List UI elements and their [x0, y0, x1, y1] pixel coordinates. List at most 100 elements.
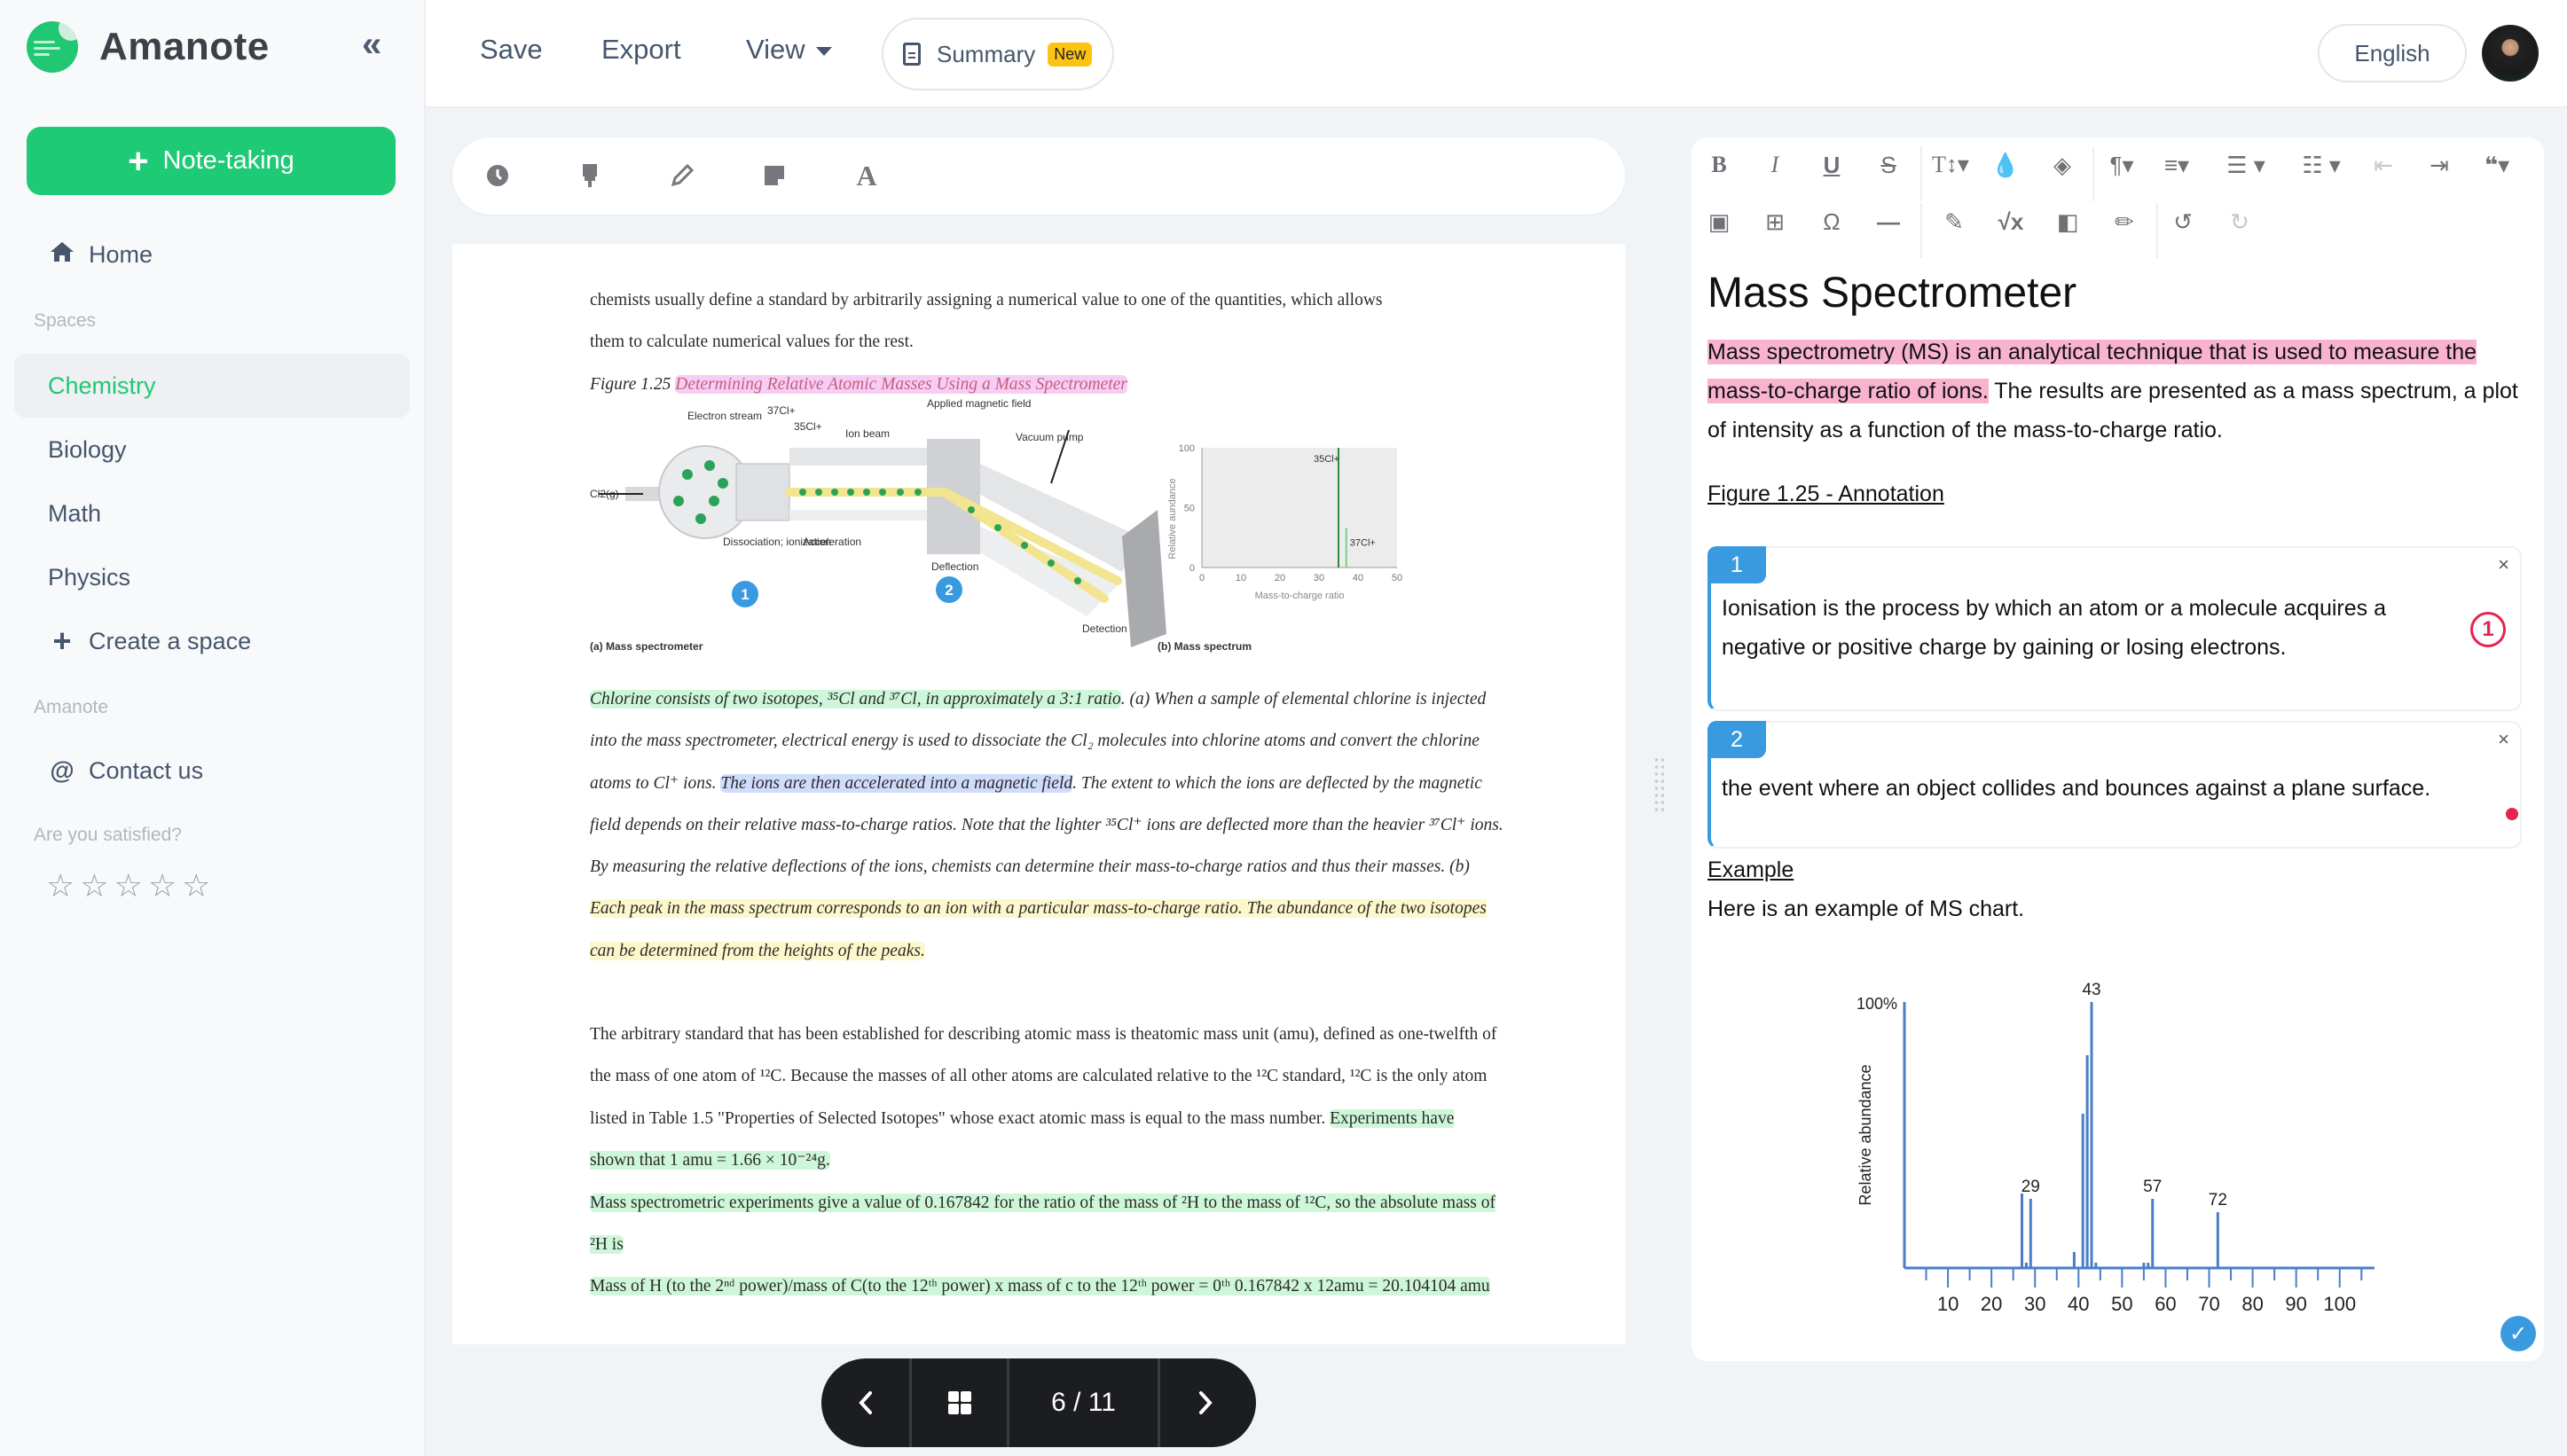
star-icon[interactable]: ☆	[114, 867, 143, 904]
table-icon[interactable]: ⊞	[1757, 204, 1793, 239]
ordered-list-icon[interactable]: ☰ ▾	[2215, 147, 2277, 183]
star-icon[interactable]: ☆	[148, 867, 177, 904]
sticky-note-icon[interactable]: ◧	[2050, 204, 2085, 239]
new-note-button[interactable]: + Note-taking	[27, 127, 396, 195]
note-title[interactable]: Mass Spectrometer	[1707, 269, 2076, 317]
highlight-yellow[interactable]: Each peak in the mass spectrum correspon…	[590, 899, 1487, 960]
create-space-button[interactable]: + Create a space	[14, 609, 410, 673]
example-heading[interactable]: Example	[1707, 857, 1794, 883]
bold-icon[interactable]: B	[1701, 147, 1737, 183]
special-chars-icon[interactable]: Ω	[1814, 204, 1849, 239]
italic-icon[interactable]: I	[1757, 147, 1793, 183]
star-icon[interactable]: ☆	[80, 867, 108, 904]
annotation-marker-icon[interactable]: 1	[2470, 612, 2506, 647]
check-icon[interactable]: ✓	[2500, 1316, 2536, 1351]
sidebar-item-biology[interactable]: Biology	[14, 418, 410, 481]
close-icon[interactable]: ×	[2498, 553, 2509, 576]
document-page: chemists usually define a standard by ar…	[452, 244, 1625, 1344]
pencil-icon[interactable]	[663, 157, 701, 194]
sidebar-item-contact[interactable]: @ Contact us	[14, 739, 410, 802]
text-color-icon[interactable]: 💧	[1988, 147, 2023, 183]
clock-icon[interactable]	[479, 157, 516, 194]
undo-icon[interactable]: ↺	[2165, 204, 2201, 239]
document-icon	[903, 43, 921, 66]
view-dropdown[interactable]: View	[746, 34, 832, 66]
align-icon[interactable]: ≡▾	[2155, 147, 2199, 183]
x-tick-label: 20	[1981, 1293, 2002, 1315]
page-grid-button[interactable]	[912, 1358, 1009, 1447]
x-tick-label: 90	[2285, 1293, 2306, 1315]
math-formula-icon[interactable]: √x	[1993, 204, 2029, 239]
page-indicator[interactable]: 6 / 11	[1009, 1358, 1160, 1447]
figure-title-highlight[interactable]: Determining Relative Atomic Masses Using…	[675, 374, 1127, 394]
mass-spectrometer-figure: Cl2(g) Electron stream 37Cl+ 35Cl+ Ion b…	[590, 397, 1402, 653]
sidebar-item-math[interactable]: Math	[14, 481, 410, 545]
sidebar-item-home[interactable]: Home	[14, 223, 410, 286]
vacuum-pump-label: Vacuum pump	[1016, 431, 1084, 443]
x-tick-label: 30	[2024, 1293, 2045, 1315]
top-header: Save Export View Summary New English	[426, 0, 2567, 108]
image-icon[interactable]: ▣	[1701, 204, 1737, 239]
underline-icon[interactable]: U	[1814, 147, 1849, 183]
highlight-green[interactable]: Chlorine consists of two isotopes, ³⁵Cl …	[590, 690, 1121, 708]
paragraph-format-icon[interactable]: ¶▾	[2100, 147, 2144, 183]
quote-icon[interactable]: ❝▾	[2472, 147, 2522, 183]
figure-annotation-link[interactable]: Figure 1.25 - Annotation	[1707, 481, 1944, 507]
caption-b: (b) Mass spectrum	[1158, 640, 1252, 653]
highlight-green[interactable]: Mass spectrometric experiments give a va…	[590, 1194, 1496, 1255]
sidebar-item-chemistry[interactable]: Chemistry	[14, 354, 410, 418]
panel-resize-handle[interactable]	[1653, 756, 1666, 813]
annotation-card-1[interactable]: 1 × Ionisation is the process by which a…	[1707, 546, 2522, 711]
note-intro[interactable]: Mass spectrometry (MS) is an analytical …	[1707, 333, 2524, 450]
chevron-left-icon	[858, 1391, 872, 1414]
indent-icon[interactable]: ⇥	[2422, 147, 2457, 183]
prev-page-button[interactable]	[821, 1358, 912, 1447]
strikethrough-icon[interactable]: S	[1871, 147, 1906, 183]
outdent-icon[interactable]: ⇤	[2366, 147, 2401, 183]
ms-peak-label: 29	[2021, 1178, 2040, 1196]
font-size-icon[interactable]: T↕▾	[1924, 147, 1977, 183]
annotation-number: 1	[1707, 546, 1766, 583]
annotation-text[interactable]: Ionisation is the process by which an at…	[1722, 589, 2449, 667]
sidebar-item-label: Contact us	[89, 756, 204, 784]
star-icon[interactable]: ☆	[182, 867, 210, 904]
highlighter-icon[interactable]: ✎	[1936, 204, 1972, 239]
page-navigator: 6 / 11	[821, 1358, 1256, 1447]
highlighter-icon[interactable]	[571, 157, 608, 194]
next-page-button[interactable]	[1160, 1358, 1251, 1447]
detection-label: Detection	[1082, 622, 1127, 635]
sidebar-item-label: Biology	[48, 435, 127, 463]
spectrum-ylabel: Relative aundance	[1167, 478, 1178, 559]
doc-line: chemists usually define a standard by ar…	[590, 291, 1383, 309]
language-button[interactable]: English	[2318, 24, 2467, 82]
star-icon[interactable]: ☆	[46, 867, 75, 904]
export-button[interactable]: Export	[601, 34, 681, 66]
sidebar-item-physics[interactable]: Physics	[14, 545, 410, 609]
horizontal-line-icon[interactable]: —	[1871, 204, 1906, 239]
save-button[interactable]: Save	[480, 34, 543, 66]
spectrum-y-tick: 0	[1189, 563, 1195, 574]
highlight-green[interactable]: Mass of H (to the 2ⁿᵈ power)/mass of C(t…	[590, 1277, 1490, 1296]
spectrum-x-tick: 10	[1236, 573, 1246, 583]
highlight-blue[interactable]: The ions are then accelerated into a mag…	[720, 773, 1073, 793]
redo-icon[interactable]: ↻	[2222, 204, 2257, 239]
user-avatar[interactable]	[2482, 25, 2539, 82]
example-text[interactable]: Here is an example of MS chart.	[1707, 896, 2024, 922]
sticky-note-icon[interactable]	[756, 157, 793, 194]
unordered-list-icon[interactable]: ☷ ▾	[2290, 147, 2352, 183]
y-axis-label: Relative abundance	[1857, 1064, 1874, 1205]
annotation-text[interactable]: the event where an object collides and b…	[1722, 769, 2502, 808]
text-icon[interactable]: A	[848, 157, 885, 194]
plus-icon: +	[128, 141, 149, 181]
logo[interactable]: Amanote	[27, 21, 270, 73]
cl35-label: 35Cl+	[794, 420, 822, 433]
annotation-card-2[interactable]: 2 × the event where an object collides a…	[1707, 721, 2522, 849]
summary-button[interactable]: Summary New	[882, 18, 1114, 90]
sidebar-item-label: Math	[48, 499, 102, 527]
pencil-icon[interactable]: ✏	[2107, 204, 2142, 239]
ms-peak-label: 43	[2082, 981, 2100, 999]
clear-format-icon[interactable]: ◈	[2045, 147, 2080, 183]
spectrum-x-tick: 50	[1392, 573, 1402, 583]
close-icon[interactable]: ×	[2498, 728, 2509, 751]
collapse-sidebar-button[interactable]: «	[362, 27, 381, 62]
